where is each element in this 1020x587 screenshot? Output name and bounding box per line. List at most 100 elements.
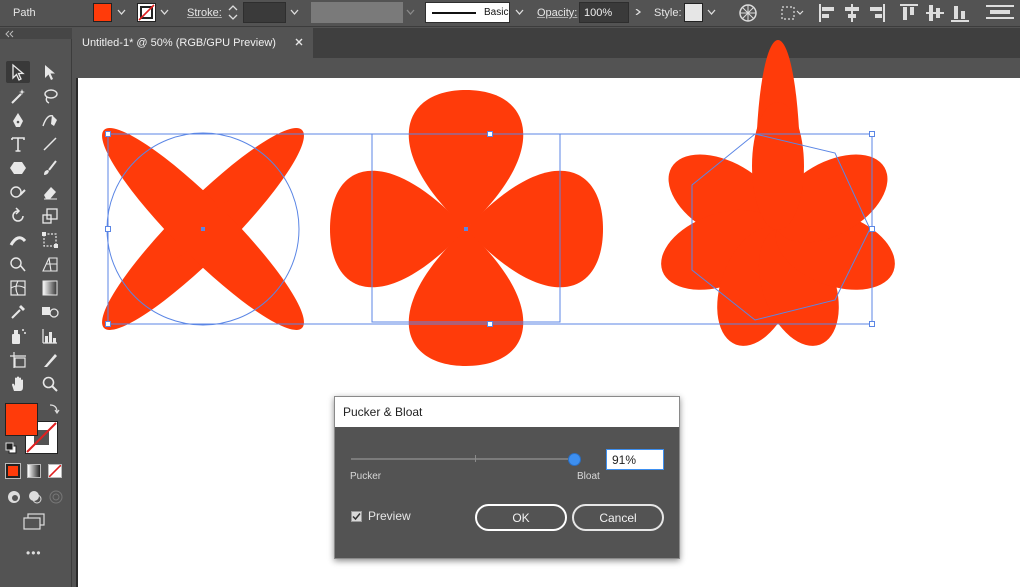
brush-label: Basic <box>484 7 509 18</box>
color-mode-button[interactable] <box>5 463 21 479</box>
panel-grip[interactable] <box>0 28 72 39</box>
align-bottom-icon[interactable] <box>951 3 969 23</box>
symbol-sprayer-tool[interactable] <box>6 325 30 347</box>
free-transform-tool[interactable] <box>38 229 62 251</box>
shaper-tool[interactable] <box>6 181 30 203</box>
eraser-tool[interactable] <box>38 181 62 203</box>
artboard-icon <box>10 352 26 368</box>
preview-label[interactable]: Preview <box>368 509 411 523</box>
curvature-pen-icon <box>42 115 57 127</box>
fill-color-proxy[interactable] <box>5 403 38 436</box>
free-transform-icon <box>42 232 58 248</box>
align-vertical-center-icon[interactable] <box>926 3 944 23</box>
stroke-swatch[interactable] <box>137 3 156 22</box>
pucker-bloat-slider-track[interactable] <box>351 458 573 460</box>
close-icon[interactable] <box>294 37 304 47</box>
width-tool[interactable] <box>6 229 30 251</box>
cancel-button[interactable]: Cancel <box>572 504 664 531</box>
align-right-icon[interactable] <box>868 3 886 23</box>
swap-fill-stroke-icon[interactable] <box>48 402 60 417</box>
hand-tool[interactable] <box>6 373 30 395</box>
stroke-dropdown[interactable] <box>158 4 171 20</box>
control-bar: Path Stroke: Basic Opacity: 100% Style: <box>0 0 1020 27</box>
magic-wand-icon <box>11 89 25 104</box>
column-graph-tool[interactable] <box>38 325 62 347</box>
canvas-pasteboard <box>73 58 1020 78</box>
brush-dropdown[interactable] <box>513 4 526 20</box>
draw-inside-icon[interactable] <box>48 489 64 508</box>
bloat-label: Bloat <box>577 471 600 482</box>
gradient-tool[interactable] <box>38 277 62 299</box>
distribute-icon[interactable] <box>985 3 1015 23</box>
fill-swatch[interactable] <box>93 3 112 22</box>
type-tool[interactable] <box>6 133 30 155</box>
shape-builder-tool[interactable] <box>6 253 30 275</box>
scale-tool[interactable] <box>38 205 62 227</box>
tab-title: Untitled-1* @ 50% (RGB/GPU Preview) <box>82 37 276 49</box>
perspective-grid-icon <box>42 257 58 272</box>
gradient-mode-button[interactable] <box>27 464 41 478</box>
variable-width-profile[interactable] <box>311 2 403 23</box>
zoom-tool[interactable] <box>38 373 62 395</box>
graphic-style-swatch[interactable] <box>684 3 703 22</box>
stroke-weight-stepper[interactable] <box>225 2 241 23</box>
profile-dropdown[interactable] <box>404 4 417 20</box>
gradient-icon <box>42 280 58 296</box>
chevron-down-icon <box>290 9 299 15</box>
pucker-bloat-slider-thumb[interactable] <box>567 453 581 466</box>
mesh-tool[interactable] <box>6 277 30 299</box>
mesh-icon <box>10 280 26 296</box>
style-dropdown[interactable] <box>705 4 718 20</box>
tab-untitled-1[interactable]: Untitled-1* @ 50% (RGB/GPU Preview) <box>73 28 313 58</box>
pucker-label: Pucker <box>350 471 382 482</box>
opacity-label[interactable]: Opacity: <box>537 7 577 19</box>
draw-normal-icon[interactable] <box>6 489 22 508</box>
opacity-input[interactable]: 100% <box>579 2 629 23</box>
selection-tool[interactable] <box>6 61 30 83</box>
rotate-tool[interactable] <box>6 205 30 227</box>
slice-tool[interactable] <box>38 349 62 371</box>
brush-definition[interactable]: Basic <box>425 2 510 23</box>
pen-tool[interactable] <box>6 109 30 131</box>
brush-stroke-preview <box>432 12 476 14</box>
paintbrush-tool[interactable] <box>38 157 62 179</box>
chevron-down-icon <box>406 9 415 15</box>
align-to-selection-icon[interactable] <box>780 3 804 23</box>
direct-selection-tool[interactable] <box>38 61 62 83</box>
ok-button[interactable]: OK <box>475 504 567 531</box>
stroke-label[interactable]: Stroke: <box>187 7 222 19</box>
default-fill-stroke-icon[interactable] <box>5 442 17 457</box>
edit-toolbar-button[interactable]: ••• <box>26 546 42 560</box>
direct-selection-arrow-icon <box>45 65 55 80</box>
fill-dropdown[interactable] <box>115 4 128 20</box>
screen-mode-icon[interactable] <box>22 513 46 534</box>
curvature-tool[interactable] <box>38 109 62 131</box>
draw-behind-icon[interactable] <box>27 489 43 508</box>
align-left-icon[interactable] <box>818 3 836 23</box>
paintbrush-icon <box>44 160 57 175</box>
artboard-tool[interactable] <box>6 349 30 371</box>
none-mode-button[interactable] <box>48 464 62 478</box>
preview-checkbox[interactable] <box>351 511 362 522</box>
stroke-weight-dropdown[interactable] <box>288 4 301 20</box>
align-horizontal-center-icon[interactable] <box>843 3 861 23</box>
polygon-tool[interactable] <box>6 157 30 179</box>
eyedropper-tool[interactable] <box>6 301 30 323</box>
magic-wand-tool[interactable] <box>6 85 30 107</box>
line-segment-tool[interactable] <box>38 133 62 155</box>
pucker-bloat-dialog: Pucker & Bloat 91% Pucker Bloat Preview … <box>334 396 680 559</box>
type-icon <box>11 137 25 152</box>
perspective-grid-tool[interactable] <box>38 253 62 275</box>
align-top-icon[interactable] <box>900 3 918 23</box>
recolor-artwork-icon[interactable] <box>738 3 758 23</box>
column-graph-icon <box>42 329 57 344</box>
blend-tool[interactable] <box>38 301 62 323</box>
opacity-dropdown[interactable] <box>631 4 644 20</box>
pucker-bloat-value-input[interactable]: 91% <box>606 449 664 470</box>
eyedropper-icon <box>11 305 25 319</box>
stroke-weight-input[interactable] <box>243 2 286 23</box>
selection-type-label: Path <box>13 7 36 19</box>
lasso-tool[interactable] <box>38 85 62 107</box>
blend-icon <box>42 307 59 318</box>
chevron-right-icon <box>635 9 642 15</box>
